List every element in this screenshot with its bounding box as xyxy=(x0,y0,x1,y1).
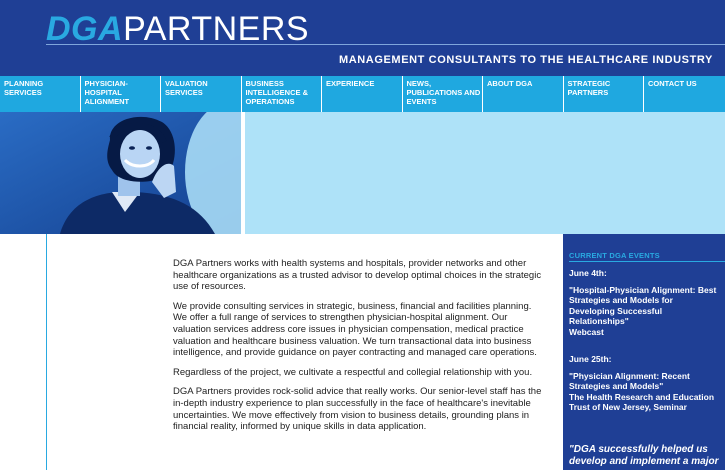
logo[interactable]: DGAPARTNERS xyxy=(46,12,309,46)
header-divider xyxy=(46,44,725,45)
hero-photo xyxy=(0,112,241,234)
header: DGAPARTNERS MANAGEMENT CONSULTANTS TO TH… xyxy=(0,0,725,76)
hero-banner xyxy=(0,112,725,234)
event-date: June 25th: xyxy=(569,354,612,364)
logo-dga: DGA xyxy=(46,10,124,48)
nav-item-contact-us[interactable]: CONTACT US xyxy=(644,76,725,112)
events-sidebar: CURRENT DGA EVENTS June 4th: "Hospital-P… xyxy=(563,234,725,470)
event-item[interactable]: June 4th: "Hospital-Physician Alignment:… xyxy=(569,268,721,338)
advice-paragraph: DGA Partners provides rock-solid advice … xyxy=(173,386,542,433)
relationship-paragraph: Regardless of the project, we cultivate … xyxy=(173,366,533,378)
nav-item-strategic-partners[interactable]: STRATEGIC PARTNERS xyxy=(564,76,644,112)
left-rule xyxy=(46,234,47,470)
hero-divider xyxy=(241,112,245,234)
tagline: MANAGEMENT CONSULTANTS TO THE HEALTHCARE… xyxy=(338,54,713,66)
event-item[interactable]: June 25th: "Physician Alignment: Recent … xyxy=(569,354,721,413)
nav-item-planning-services[interactable]: PLANNING SERVICES xyxy=(0,76,81,112)
event-date: June 4th: xyxy=(569,268,607,278)
events-divider xyxy=(569,261,725,262)
nav-item-experience[interactable]: EXPERIENCE xyxy=(322,76,403,112)
event-location: The Health Research and Education Trust … xyxy=(569,391,715,413)
main-nav: PLANNING SERVICES PHYSICIAN-HOSPITAL ALI… xyxy=(0,76,725,112)
nav-item-business-intelligence[interactable]: BUSINESS INTELLIGENCE & OPERATIONS xyxy=(242,76,322,112)
event-location: Webcast xyxy=(569,326,604,337)
woman-portrait-image xyxy=(0,112,241,234)
nav-item-about-dga[interactable]: ABOUT DGA xyxy=(483,76,564,112)
nav-item-news[interactable]: NEWS, PUBLICATIONS AND EVENTS xyxy=(403,76,483,112)
testimonial-quote: "DGA successfully helped us develop and … xyxy=(569,444,719,467)
logo-partners: PARTNERS xyxy=(123,10,310,48)
event-title[interactable]: "Physician Alignment: Recent Strategies … xyxy=(569,371,721,392)
intro-paragraph: DGA Partners works with health systems a… xyxy=(173,258,542,293)
nav-item-physician-hospital-alignment[interactable]: PHYSICIAN-HOSPITAL ALIGNMENT xyxy=(81,76,161,112)
nav-item-valuation-services[interactable]: VALUATION SERVICES xyxy=(161,76,242,112)
main-content: DGA Partners works with health systems a… xyxy=(173,258,543,441)
events-title: CURRENT DGA EVENTS xyxy=(569,251,660,260)
event-title[interactable]: "Hospital-Physician Alignment: Best Stra… xyxy=(569,285,721,327)
services-paragraph: We provide consulting services in strate… xyxy=(173,300,537,359)
